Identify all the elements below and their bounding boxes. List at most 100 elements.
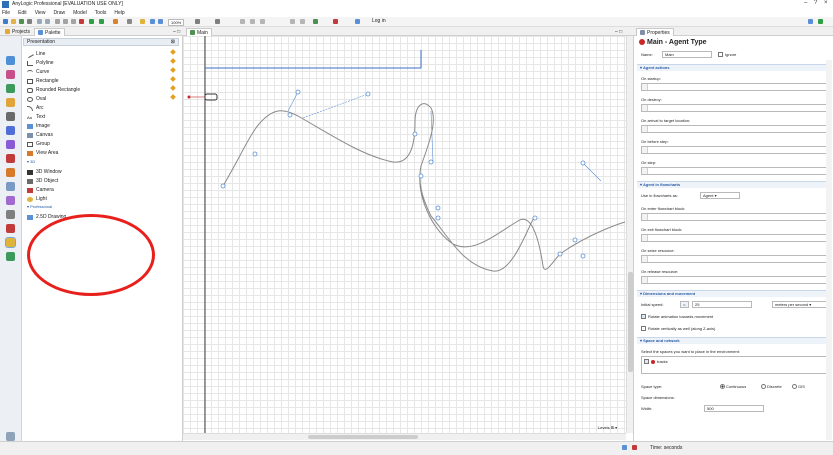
- curve-control-points[interactable]: [220, 89, 586, 259]
- refresh-icon[interactable]: [313, 19, 318, 24]
- track-curve[interactable]: [222, 103, 626, 272]
- 3d-objects-icon[interactable]: [6, 252, 15, 261]
- copy-icon[interactable]: [63, 19, 68, 24]
- menu-draw[interactable]: Draw: [53, 10, 65, 16]
- radio-button[interactable]: [761, 384, 766, 389]
- status-error-icon[interactable]: [632, 445, 637, 450]
- field-mode-icon[interactable]: [642, 126, 648, 132]
- road-traffic-icon[interactable]: [6, 112, 15, 121]
- close-palette-section-icon[interactable]: ⊠: [171, 39, 175, 45]
- control-point[interactable]: [252, 151, 258, 157]
- section-space-and-network[interactable]: ▾ Space and network: [637, 337, 827, 344]
- control-point[interactable]: [580, 253, 586, 259]
- field-mode-icon[interactable]: [642, 277, 648, 283]
- controls-icon[interactable]: [6, 210, 15, 219]
- zoom-in-icon[interactable]: [150, 19, 155, 24]
- palette-item-line[interactable]: Line: [26, 50, 45, 58]
- section-agent-in-flowcharts[interactable]: ▾ Agent in flowcharts: [637, 181, 827, 188]
- rotate-vertically-checkbox[interactable]: Rotate vertically as well (along Z-axis): [641, 326, 715, 331]
- on-destroy-field[interactable]: [641, 104, 829, 112]
- properties-vertical-scrollbar[interactable]: [826, 60, 832, 440]
- presentation-icon[interactable]: [5, 237, 16, 248]
- control-point[interactable]: [295, 89, 301, 95]
- help-button[interactable]: ?: [814, 0, 817, 6]
- field-mode-icon[interactable]: [642, 84, 648, 90]
- add-palette-icon[interactable]: [6, 432, 15, 441]
- align-left-icon[interactable]: [240, 19, 245, 24]
- tab-projects[interactable]: Projects: [2, 28, 33, 36]
- control-point[interactable]: [557, 251, 563, 257]
- space-type-discrete-radio[interactable]: Discrete: [761, 384, 782, 389]
- run-icon[interactable]: [99, 19, 104, 24]
- bring-front-icon[interactable]: [290, 19, 295, 24]
- ignore-checkbox-box[interactable]: [718, 52, 723, 57]
- process-modeling-icon[interactable]: [6, 70, 15, 79]
- graphical-editor-canvas[interactable]: [183, 36, 626, 433]
- palette-item-curve[interactable]: Curve: [27, 68, 49, 76]
- agent-shape[interactable]: [204, 93, 218, 101]
- on-exit-flowchart-field[interactable]: [641, 234, 829, 242]
- pedestrian-icon[interactable]: [6, 84, 15, 93]
- save-all-icon[interactable]: [27, 19, 32, 24]
- palette-item-arc[interactable]: Arc: [27, 104, 44, 112]
- delete-icon[interactable]: [79, 19, 84, 24]
- on-arrival-field[interactable]: [641, 125, 829, 133]
- palette-item-rounded-rectangle[interactable]: Rounded Rectangle: [27, 86, 80, 94]
- log-in-button[interactable]: Log in: [372, 18, 386, 24]
- palette-item-3d-object[interactable]: 3D Object: [27, 177, 58, 185]
- field-mode-icon[interactable]: [642, 147, 648, 153]
- connectivity-icon[interactable]: [6, 182, 15, 191]
- field-mode-icon[interactable]: [642, 105, 648, 111]
- perspective-java-icon[interactable]: [818, 19, 823, 24]
- name-input[interactable]: Main: [662, 51, 712, 58]
- minimize-editor[interactable]: – □: [612, 28, 625, 36]
- system-dynamics-icon[interactable]: [6, 168, 15, 177]
- tab-main[interactable]: Main: [186, 28, 212, 36]
- field-mode-icon[interactable]: =.: [680, 301, 689, 308]
- anylogic-cloud-icon[interactable]: [333, 19, 338, 24]
- ignore-checkbox[interactable]: Ignore: [718, 52, 736, 57]
- rotate-vertically-checkbox-box[interactable]: [641, 326, 646, 331]
- palette-item-rectangle[interactable]: Rectangle: [27, 77, 59, 85]
- cloud-icon[interactable]: [355, 19, 360, 24]
- tab-palette[interactable]: Palette: [34, 28, 65, 36]
- canvas-horizontal-scrollbar[interactable]: [183, 433, 626, 440]
- menu-file[interactable]: File: [2, 10, 10, 16]
- menu-help[interactable]: Help: [114, 10, 124, 16]
- pictures-icon[interactable]: [6, 224, 15, 233]
- control-point[interactable]: [220, 183, 226, 189]
- pan-icon[interactable]: [140, 19, 145, 24]
- menu-view[interactable]: View: [35, 10, 46, 16]
- field-mode-icon[interactable]: [642, 214, 648, 220]
- statechart-icon[interactable]: [6, 154, 15, 163]
- close-button[interactable]: ×: [824, 0, 828, 6]
- control-point[interactable]: [580, 160, 586, 166]
- rotate-animation-checkbox-box[interactable]: [641, 314, 646, 319]
- control-point[interactable]: [435, 205, 441, 211]
- palette-item-image[interactable]: Image: [27, 122, 50, 130]
- control-point[interactable]: [428, 159, 434, 165]
- align-right-icon[interactable]: [260, 19, 265, 24]
- palette-item-polyline[interactable]: Polyline: [27, 59, 54, 67]
- analysis-icon[interactable]: [6, 196, 15, 205]
- menu-edit[interactable]: Edit: [18, 10, 27, 16]
- paste-icon[interactable]: [71, 19, 76, 24]
- palette-item-canvas[interactable]: Canvas: [27, 131, 53, 139]
- control-point[interactable]: [412, 131, 418, 137]
- speed-unit-select[interactable]: meters per second ▾: [772, 301, 828, 308]
- status-icon[interactable]: [622, 445, 627, 450]
- menu-tools[interactable]: Tools: [95, 10, 107, 16]
- menu-model[interactable]: Model: [73, 10, 87, 16]
- control-point[interactable]: [435, 215, 441, 221]
- canvas-vertical-scrollbar[interactable]: [626, 36, 633, 433]
- palette-section-3d[interactable]: ▾ 3D: [27, 159, 35, 164]
- section-agent-actions[interactable]: ▾ Agent actions: [637, 64, 827, 71]
- rotate-animation-checkbox[interactable]: Rotate animation towards movement: [641, 314, 713, 319]
- minimize-button[interactable]: –: [804, 0, 807, 6]
- space-markup-icon[interactable]: [6, 56, 15, 65]
- select-icon[interactable]: [127, 19, 132, 24]
- undo-icon[interactable]: [37, 19, 42, 24]
- control-point[interactable]: [532, 215, 538, 221]
- redo-icon[interactable]: [45, 19, 50, 24]
- on-startup-field[interactable]: [641, 83, 829, 91]
